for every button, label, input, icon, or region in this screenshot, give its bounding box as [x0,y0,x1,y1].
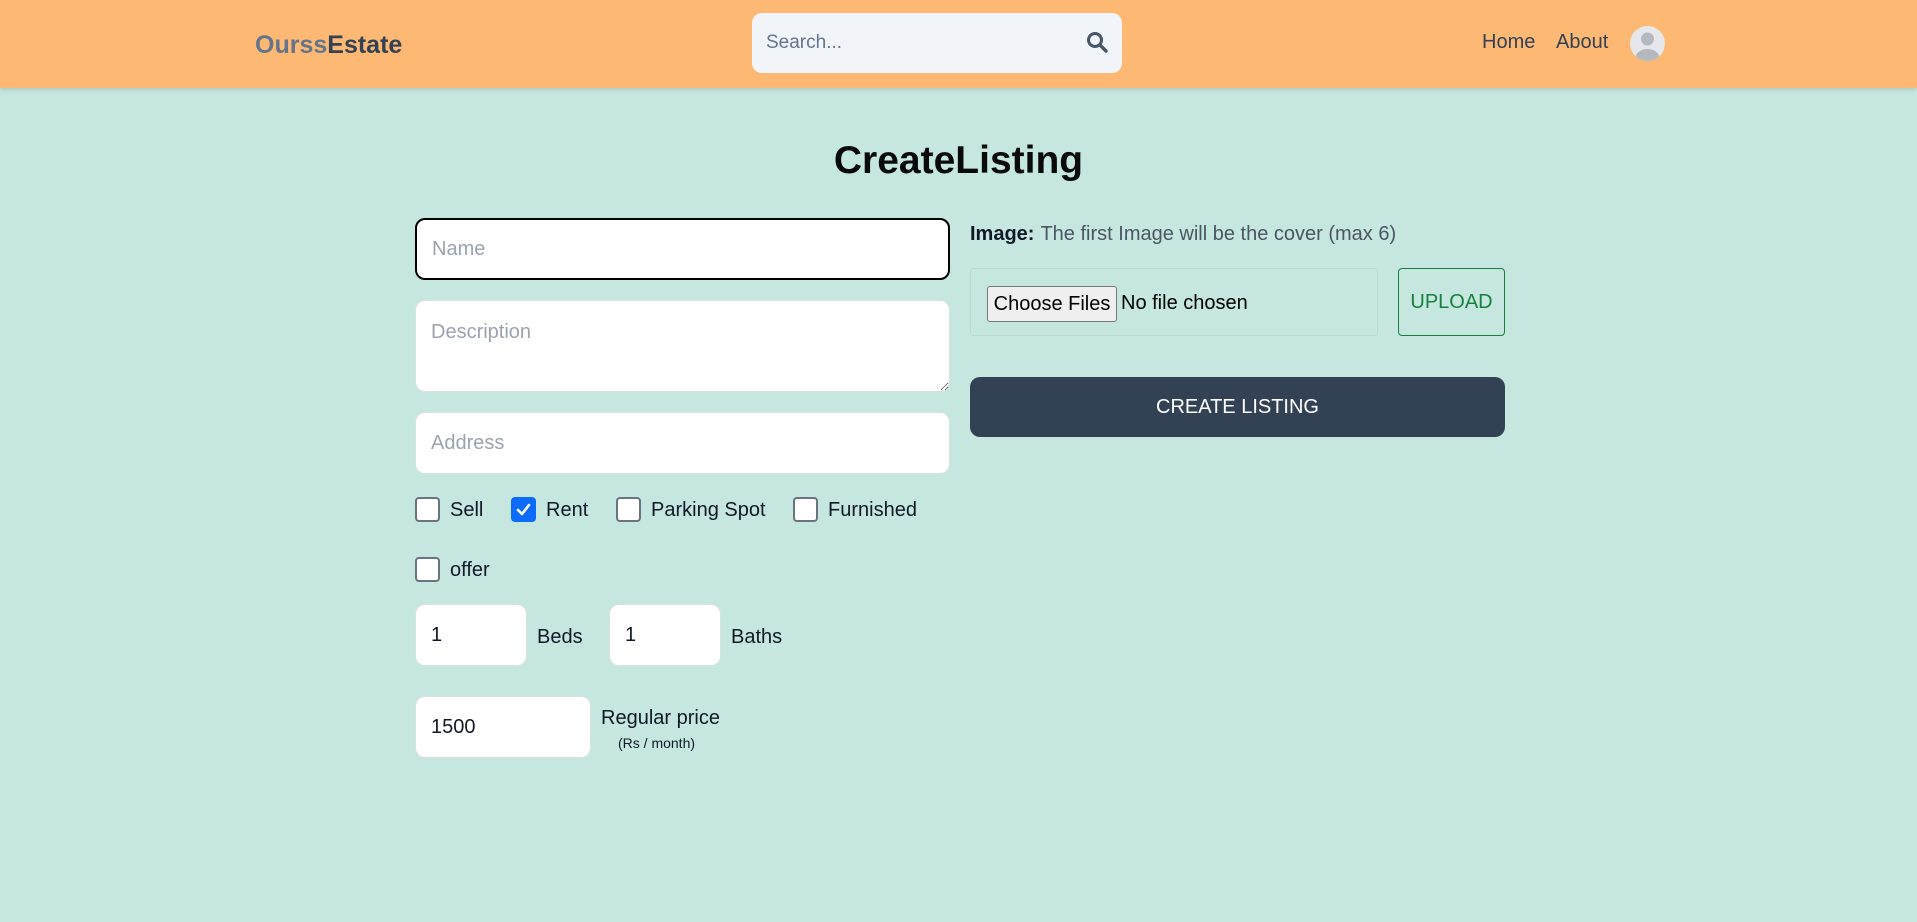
user-avatar[interactable] [1630,26,1665,61]
beds-label: Beds [537,626,583,648]
rent-label: Rent [546,499,589,521]
regular-price-label: Regular price [601,707,720,729]
image-hint: The first Image will be the cover (max 6… [1040,223,1397,245]
name-field[interactable] [415,218,950,280]
user-icon [1635,32,1660,61]
baths-input[interactable] [609,604,721,666]
top-navbar: OurssEstate Home About [0,0,1917,88]
parking-spot-checkbox[interactable] [616,497,641,522]
address-field[interactable] [415,412,950,474]
page-title: CreateListing [833,139,1084,182]
sell-label: Sell [450,499,484,521]
offer-label: offer [450,559,490,581]
search-bar [752,13,1122,73]
logo-part2: Estate [327,31,403,59]
regular-price-input[interactable] [415,696,591,758]
furnished-label: Furnished [828,499,917,521]
beds-input[interactable] [415,604,527,666]
rent-checkbox[interactable] [511,497,536,522]
offer-checkbox[interactable] [415,557,440,582]
baths-label: Baths [731,626,783,648]
image-label: Image: [970,223,1035,245]
description-field[interactable] [415,300,950,392]
choose-files-button[interactable]: Choose Files [987,286,1117,322]
image-section-label: Image: The first Image will be the cover … [970,222,1396,246]
search-input[interactable] [766,27,1066,59]
create-listing-button[interactable]: CREATE LISTING [970,377,1505,437]
furnished-checkbox[interactable] [793,497,818,522]
nav-about-link[interactable]: About [1556,29,1608,55]
logo-part1: Ourss [255,31,328,59]
upload-button[interactable]: UPLOAD [1398,268,1505,336]
sell-checkbox[interactable] [415,497,440,522]
regular-price-unit: (Rs / month) [618,735,696,751]
parking-spot-label: Parking Spot [651,499,766,521]
file-picker: Choose Files No file chosen [970,268,1378,336]
checkmark-icon [516,503,531,516]
nav-home-link[interactable]: Home [1482,29,1535,55]
search-icon[interactable] [1085,30,1109,54]
site-logo[interactable]: OurssEstate [255,30,402,60]
no-file-text: No file chosen [1121,292,1248,314]
